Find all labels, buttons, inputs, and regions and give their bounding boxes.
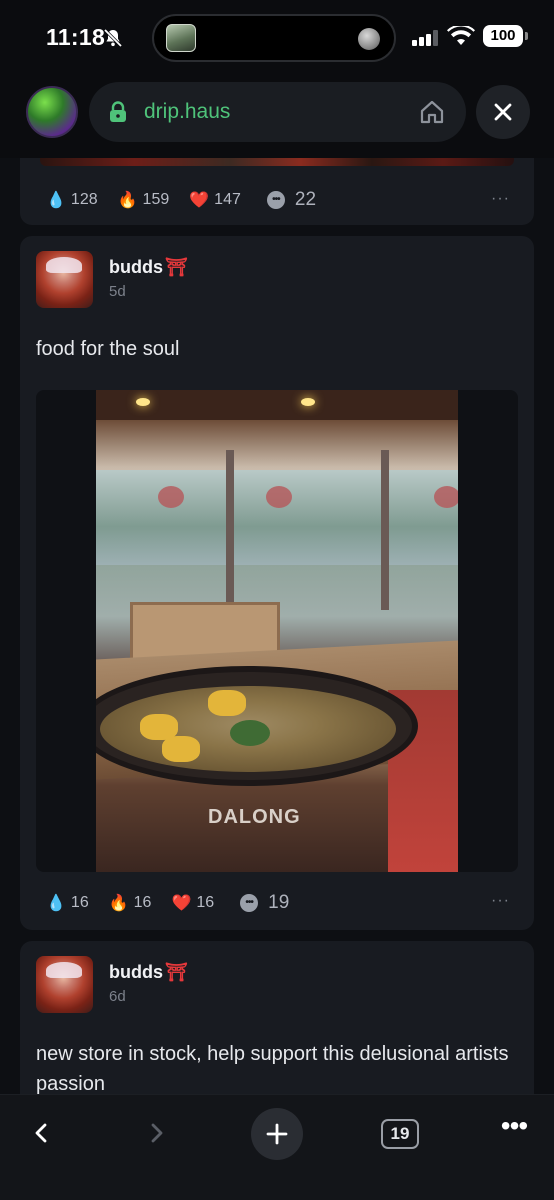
- fire-icon: 🔥: [108, 895, 129, 912]
- drop-icon: 💧: [46, 192, 66, 209]
- author-avatar[interactable]: [36, 956, 93, 1013]
- drop-count: 16: [70, 894, 89, 911]
- post-card: budds ⛩ 6d new store in stock, help suppo…: [20, 941, 534, 1094]
- heart-icon: ❤️: [171, 895, 192, 912]
- now-playing-thumbnail: [166, 24, 196, 52]
- comment-icon: •••: [240, 894, 259, 912]
- heart-count: 147: [214, 191, 241, 208]
- drop-reaction[interactable]: 💧 128: [46, 190, 98, 210]
- fire-icon: 🔥: [117, 192, 138, 209]
- browser-header: drip.haus: [0, 70, 554, 158]
- torii-badge-icon: ⛩: [165, 257, 188, 277]
- fire-reaction[interactable]: 🔥 16: [109, 893, 152, 913]
- more-options-icon[interactable]: ···: [491, 892, 510, 910]
- home-icon[interactable]: [418, 98, 446, 126]
- reaction-bar: 💧 16 🔥 16 ❤️ 16 ••• 19: [46, 891, 309, 915]
- reaction-bar: 💧 128 🔥 159 ❤️ 147 ••• 22: [46, 188, 336, 212]
- post-card: budds ⛩ 5d food for the soul DALONG 💧 16…: [20, 236, 534, 930]
- post-text: new store in stock, help support this de…: [36, 1043, 509, 1094]
- post-timestamp: 6d: [109, 988, 126, 1005]
- cellular-signal-icon: [412, 30, 438, 46]
- user-avatar[interactable]: [26, 86, 78, 138]
- silent-bell-icon: [103, 28, 123, 48]
- comment-count: 22: [294, 189, 317, 210]
- post-image-partial[interactable]: [40, 158, 514, 166]
- heart-count: 16: [196, 894, 215, 911]
- author-name[interactable]: budds ⛩: [109, 257, 188, 278]
- drop-reaction[interactable]: 💧 16: [46, 893, 89, 913]
- more-options-icon[interactable]: ···: [491, 190, 510, 208]
- battery-indicator: 100: [483, 25, 528, 47]
- fire-count: 16: [133, 894, 152, 911]
- new-tab-button[interactable]: [251, 1108, 303, 1160]
- author-name[interactable]: budds ⛩: [109, 962, 188, 983]
- wifi-icon: [447, 26, 475, 45]
- lock-icon: [110, 101, 126, 122]
- comment-icon: •••: [266, 191, 285, 209]
- heart-reaction[interactable]: ❤️ 16: [171, 893, 214, 913]
- post-image[interactable]: DALONG: [36, 390, 518, 872]
- author-avatar[interactable]: [36, 251, 93, 308]
- post-card: 💧 128 🔥 159 ❤️ 147 ••• 22 ···: [20, 158, 534, 225]
- comment-count: 19: [268, 892, 290, 913]
- pot-brand-text: DALONG: [208, 806, 301, 828]
- status-bar: 11:18 100: [0, 0, 554, 70]
- comment-button[interactable]: ••• 19: [240, 892, 289, 914]
- fire-count: 159: [142, 191, 170, 208]
- close-icon: [494, 103, 512, 121]
- post-text: food for the soul: [36, 338, 180, 360]
- plus-icon: [266, 1123, 288, 1145]
- dynamic-island[interactable]: [152, 14, 396, 62]
- activity-indicator-icon: [358, 28, 380, 50]
- torii-badge-icon: ⛩: [165, 962, 188, 982]
- tabs-button[interactable]: 19: [381, 1119, 419, 1149]
- soup-photo: DALONG: [96, 390, 458, 872]
- url-text: drip.haus: [144, 100, 231, 123]
- drop-icon: 💧: [46, 895, 66, 912]
- heart-reaction[interactable]: ❤️ 147: [189, 190, 241, 210]
- heart-icon: ❤️: [189, 192, 210, 209]
- forward-icon[interactable]: [146, 1119, 168, 1147]
- drop-count: 128: [70, 191, 98, 208]
- post-timestamp: 5d: [109, 283, 126, 300]
- comment-button[interactable]: ••• 22: [266, 189, 317, 211]
- browser-toolbar: 19 •••: [0, 1094, 554, 1200]
- clock: 11:18: [46, 24, 106, 50]
- feed[interactable]: 💧 128 🔥 159 ❤️ 147 ••• 22 ··· budds ⛩ 5d …: [0, 158, 554, 1094]
- close-button[interactable]: [476, 85, 530, 139]
- address-bar[interactable]: drip.haus: [89, 82, 466, 142]
- more-menu-icon[interactable]: •••: [499, 1112, 529, 1147]
- fire-reaction[interactable]: 🔥 159: [118, 190, 170, 210]
- back-icon[interactable]: [30, 1119, 52, 1147]
